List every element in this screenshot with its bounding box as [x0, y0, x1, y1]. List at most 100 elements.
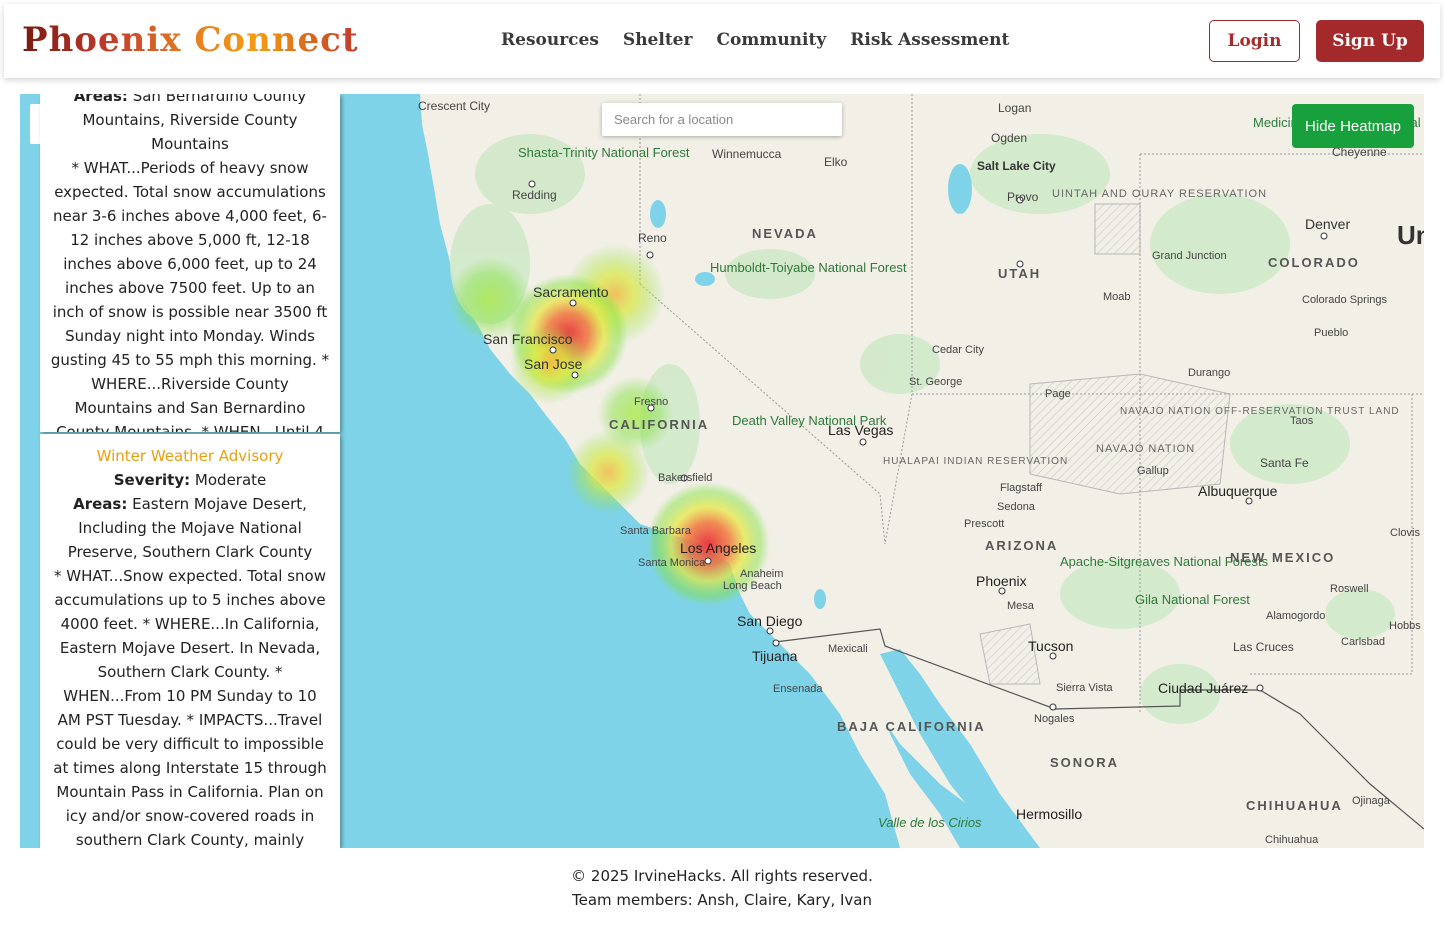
alert-areas: Areas: Eastern Mojave Desert, Including … [50, 492, 330, 564]
nav-link-shelter[interactable]: Shelter [623, 30, 693, 50]
map-view[interactable]: Crescent City Shasta-Trinity National Fo… [340, 94, 1424, 848]
map-label: Anaheim [740, 568, 783, 580]
login-button[interactable]: Login [1209, 20, 1300, 62]
nav-link-resources[interactable]: Resources [501, 30, 599, 50]
map-label: Grand Junction [1152, 250, 1227, 262]
alerts-sidebar[interactable]: Areas: San Bernardino County Mountains, … [20, 94, 340, 848]
nav-link-risk-assessment[interactable]: Risk Assessment [850, 30, 1009, 50]
map-label: Ogden [991, 131, 1027, 145]
map-label: NEW MEXICO [1230, 550, 1335, 565]
map-label: Alamogordo [1266, 610, 1325, 622]
nav-link-community[interactable]: Community [716, 30, 826, 50]
alert-severity: Severity: Moderate [50, 468, 330, 492]
main-nav: Resources Shelter Community Risk Assessm… [501, 30, 1009, 50]
map-label: Mexicali [828, 643, 868, 655]
map-label: NAVAJO NATION OFF-RESERVATION TRUST LAND [1120, 406, 1400, 417]
map-label: Ojinaga [1352, 795, 1391, 807]
map-label: Tijuana [752, 648, 798, 664]
map-label: Reno [638, 231, 667, 245]
map-label: Logan [998, 101, 1031, 115]
map-label: Redding [512, 188, 557, 202]
map-label: Las Cruces [1233, 640, 1294, 654]
map-label: Shasta-Trinity National Forest [518, 145, 690, 160]
map-label: CHIHUAHUA [1246, 798, 1343, 813]
map-label: Albuquerque [1198, 483, 1278, 499]
map-label: UTAH [998, 266, 1041, 281]
map-label: Las Vegas [828, 422, 893, 438]
map-label: Denver [1305, 216, 1350, 232]
map-label: San Diego [737, 613, 803, 629]
map-search-input[interactable] [602, 103, 842, 136]
areas-label: Areas: [73, 94, 128, 105]
severity-value: Moderate [194, 471, 267, 489]
map-label: Los Angeles [680, 540, 756, 556]
map-label: NEVADA [752, 226, 818, 241]
map-label: Clovis [1390, 527, 1420, 539]
map-label: Valle de los Cirios [878, 815, 982, 830]
map-label: SONORA [1050, 755, 1119, 770]
map-label: San Jose [524, 356, 583, 372]
map-label: Un [1397, 220, 1424, 250]
map-label: COLORADO [1268, 255, 1360, 270]
map-label: Phoenix [976, 573, 1027, 589]
map-label: Cedar City [932, 344, 984, 356]
map-label: Gallup [1137, 465, 1169, 477]
alert-description: * WHAT...Snow expected. Total snow accum… [53, 567, 327, 848]
map-label: Mesa [1007, 600, 1035, 612]
map-label: Sierra Vista [1056, 682, 1114, 694]
team-members-text: Team members: Ansh, Claire, Kary, Ivan [572, 891, 872, 909]
map-label: St. George [909, 376, 962, 388]
map-label: Fresno [634, 396, 668, 408]
navbar: Phoenix Connect Resources Shelter Commun… [4, 4, 1440, 78]
map-label: Bakersfield [658, 472, 712, 484]
map-label: Long Beach [723, 580, 782, 592]
map-label: Ensenada [773, 683, 823, 695]
map-label: Tucson [1028, 638, 1073, 654]
map-label: Colorado Springs [1302, 294, 1387, 306]
map-label: Chihuahua [1265, 834, 1319, 846]
map-label: Santa Monica [638, 557, 706, 569]
map-label: Sedona [997, 501, 1036, 513]
map-label: San Francisco [483, 331, 573, 347]
map-label: ARIZONA [985, 538, 1058, 553]
map-label: Prescott [964, 518, 1004, 530]
map-label: BAJA CALIFORNIA [837, 719, 986, 734]
map-canvas: Crescent City Shasta-Trinity National Fo… [340, 94, 1424, 848]
areas-label: Areas: [73, 495, 128, 513]
map-label: Santa Barbara [620, 525, 692, 537]
map-label: Page [1045, 388, 1071, 400]
map-label: Ciudad Juárez [1158, 680, 1248, 696]
map-label: Nogales [1034, 713, 1075, 725]
hide-heatmap-button[interactable]: Hide Heatmap [1292, 104, 1414, 148]
map-label: CALIFORNIA [609, 417, 709, 432]
alert-card: Winter Weather Advisory Severity: Modera… [40, 434, 340, 848]
map-label: Roswell [1330, 583, 1369, 595]
footer: © 2025 IrvineHacks. All rights reserved.… [0, 864, 1444, 912]
map-label: Carlsbad [1341, 636, 1385, 648]
map-label: UINTAH AND OURAY RESERVATION [1052, 188, 1267, 200]
map-label: Gila National Forest [1135, 592, 1250, 607]
map-label: Salt Lake City [977, 159, 1056, 173]
map-label: Winnemucca [712, 147, 782, 161]
alert-card: Areas: San Bernardino County Mountains, … [40, 94, 340, 432]
map-label: Durango [1188, 367, 1230, 379]
map-label: HUALAPAI INDIAN RESERVATION [883, 456, 1068, 467]
map-label: Moab [1103, 291, 1131, 303]
alert-areas: Areas: San Bernardino County Mountains, … [50, 94, 330, 156]
alert-description: * WHAT...Periods of heavy snow expected.… [50, 159, 330, 432]
copyright-text: © 2025 IrvineHacks. All rights reserved. [571, 867, 873, 885]
map-label: Hermosillo [1016, 806, 1082, 822]
map-label: Pueblo [1314, 327, 1348, 339]
alert-title: Winter Weather Advisory [96, 447, 284, 465]
map-label: Sacramento [533, 284, 609, 300]
map-label: Flagstaff [1000, 482, 1043, 494]
signup-button[interactable]: Sign Up [1316, 20, 1424, 62]
map-label: Crescent City [418, 99, 490, 113]
map-label: Santa Fe [1260, 456, 1309, 470]
severity-label: Severity: [113, 471, 191, 489]
main-content: Crescent City Shasta-Trinity National Fo… [20, 94, 1424, 848]
map-label: Provo [1007, 190, 1039, 204]
map-label: Elko [824, 155, 848, 169]
site-logo[interactable]: Phoenix Connect [22, 20, 359, 60]
map-label: Humboldt-Toiyabe National Forest [710, 260, 907, 275]
